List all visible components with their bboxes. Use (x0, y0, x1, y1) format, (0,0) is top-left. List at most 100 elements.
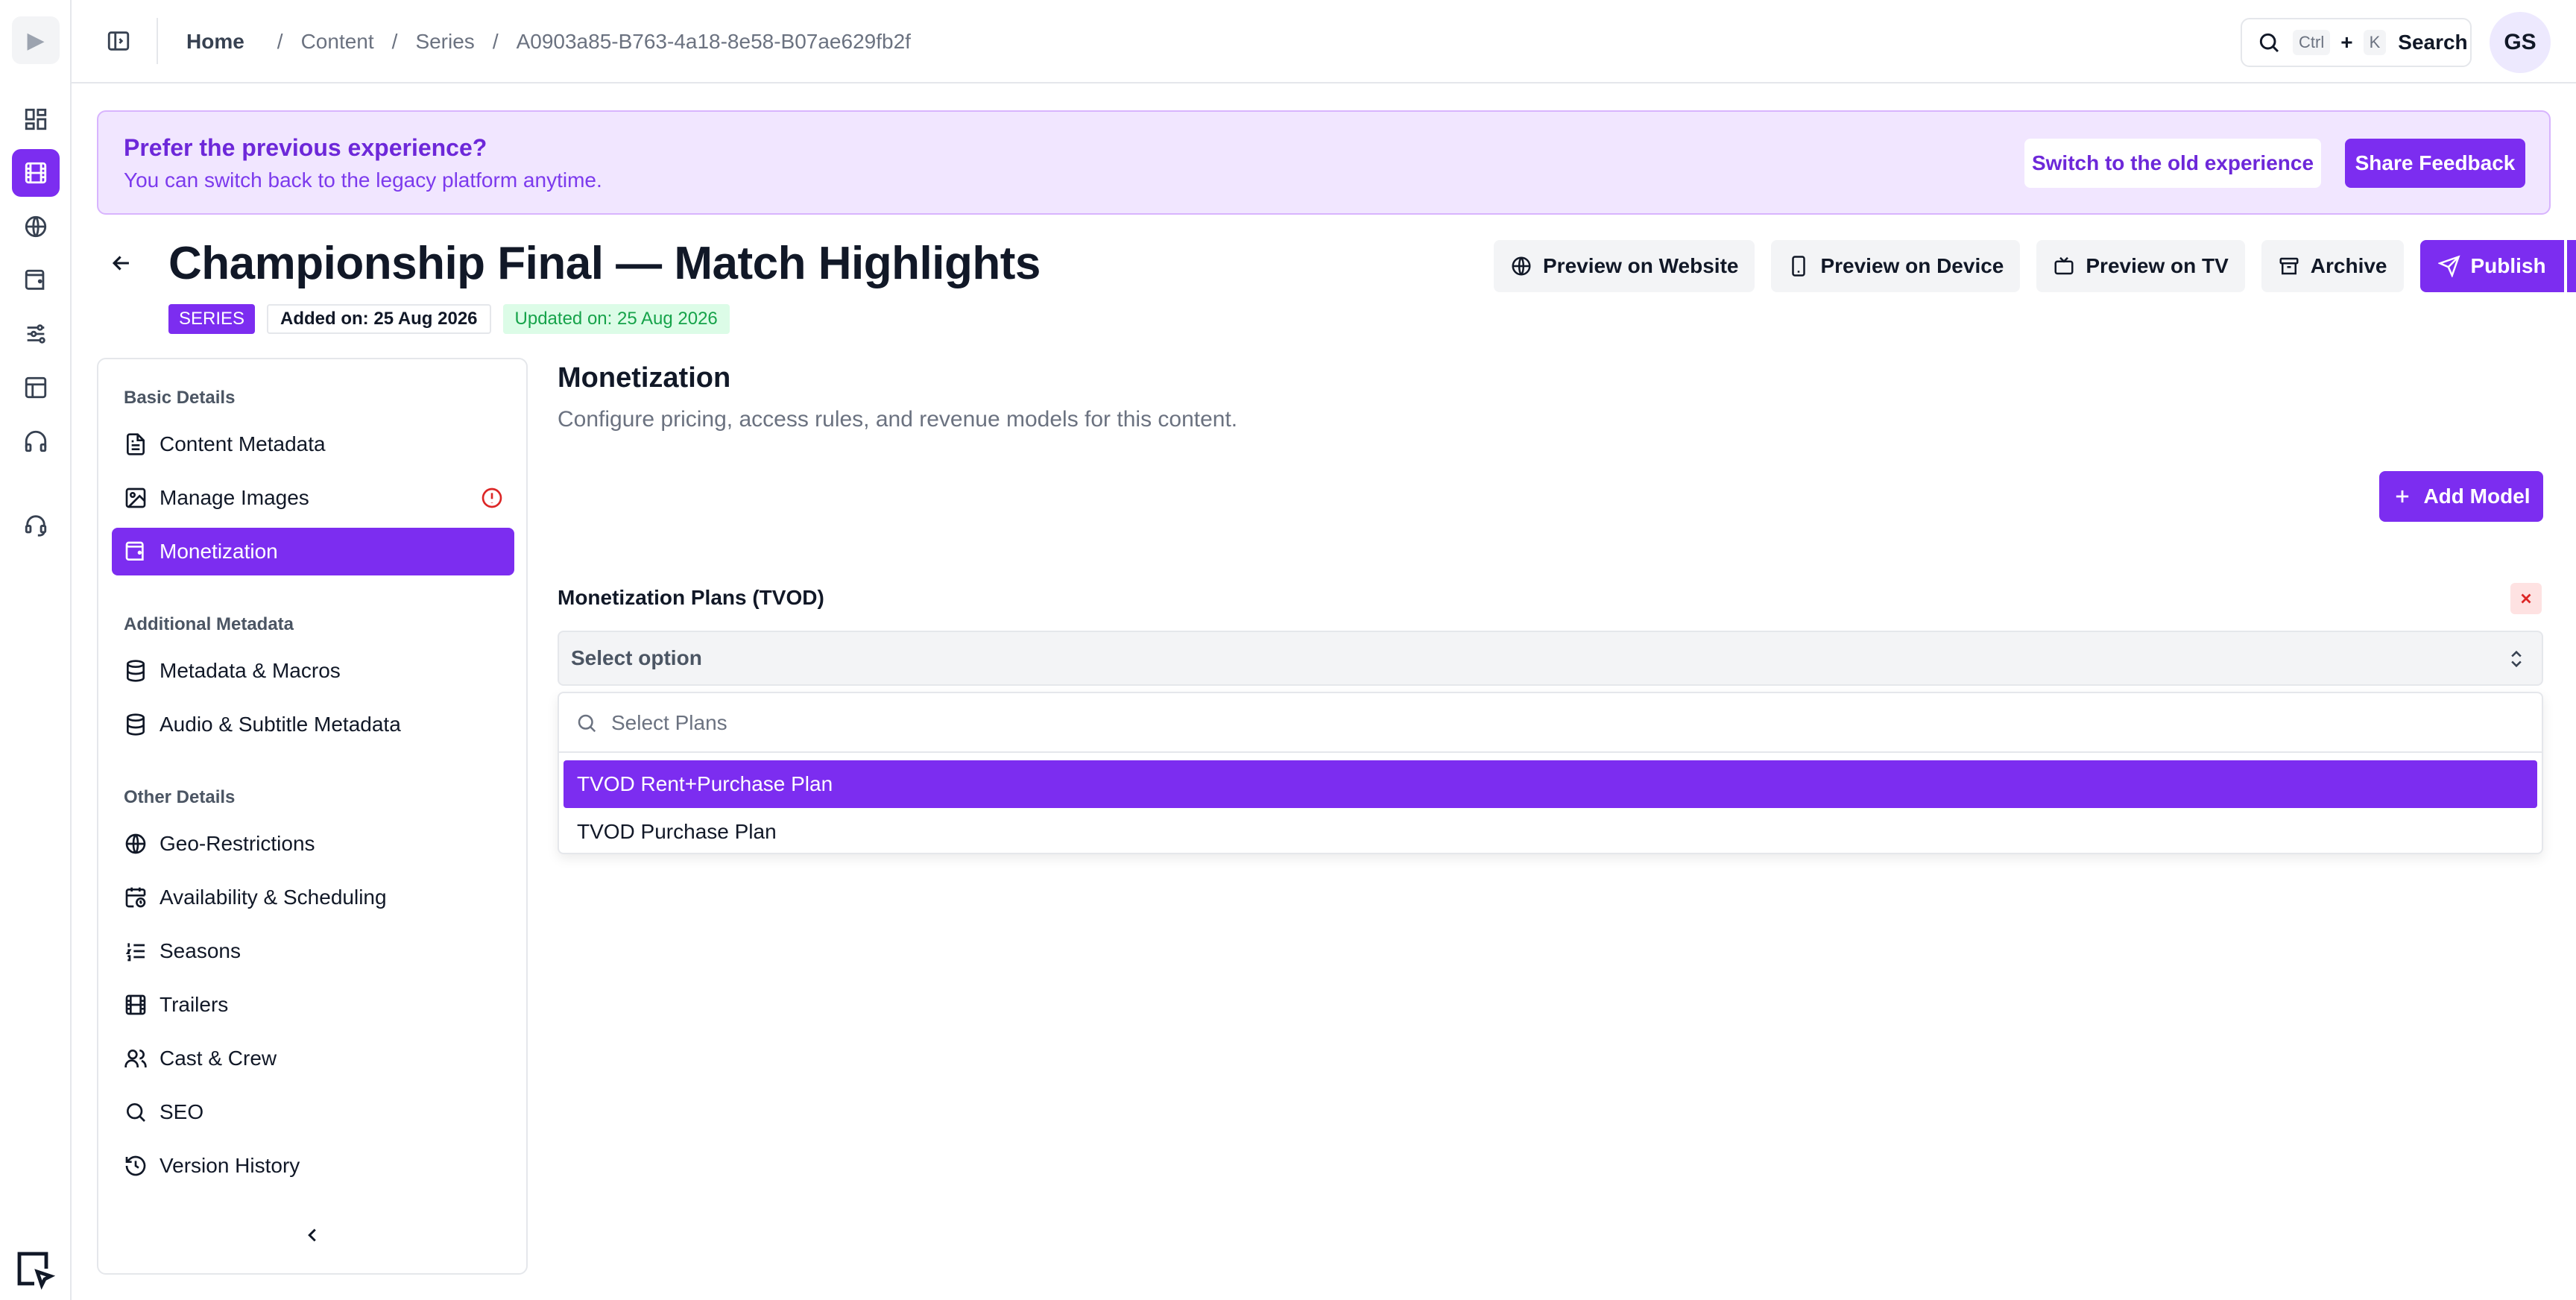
schedule-publish-button[interactable] (2566, 240, 2576, 292)
nav-section-other: Other Details (124, 787, 236, 807)
nav-item-label: Seasons (160, 939, 241, 962)
global-search-button[interactable]: Ctrl + K Search (2241, 18, 2472, 67)
globe-icon (23, 214, 48, 239)
publish-button[interactable]: Publish (2419, 240, 2564, 292)
preview-device-button[interactable]: Preview on Device (1771, 240, 2021, 292)
legacy-banner: Prefer the previous experience? You can … (97, 110, 2551, 215)
nav-item-version-history[interactable]: Version History (112, 1142, 514, 1190)
list-ordered-icon (124, 939, 148, 963)
nav-item-content-metadata[interactable]: Content Metadata (112, 420, 514, 468)
top-bar: Home / Content / Series / A0903a85-B763-… (72, 0, 2576, 83)
rail-settings-button[interactable] (12, 310, 60, 358)
shortcut-key-ctrl: Ctrl (2293, 30, 2331, 55)
share-feedback-button[interactable]: Share Feedback (2345, 139, 2525, 188)
history-icon (124, 1154, 148, 1178)
alert-circle-icon (480, 486, 504, 510)
plans-field-label: Monetization Plans (TVOD) (558, 586, 824, 609)
nav-item-cast-crew[interactable]: Cast & Crew (112, 1035, 514, 1082)
topbar-divider (157, 18, 158, 64)
database-icon (124, 713, 148, 736)
preview-device-label: Preview on Device (1820, 254, 2004, 277)
nav-item-trailers[interactable]: Trailers (112, 981, 514, 1029)
nav-item-label: Trailers (160, 993, 229, 1016)
back-arrow-icon[interactable] (109, 250, 134, 276)
image-icon (124, 486, 148, 510)
breadcrumb-home[interactable]: Home (186, 30, 244, 54)
rail-dashboard-button[interactable] (12, 95, 60, 143)
select-value: Select option (571, 646, 702, 669)
search-label: Search (2398, 31, 2468, 54)
nav-item-availability[interactable]: Availability & Scheduling (112, 874, 514, 921)
file-text-icon (124, 432, 148, 456)
nav-item-audio-subtitle[interactable]: Audio & Subtitle Metadata (112, 701, 514, 748)
section-title: Monetization (558, 362, 731, 394)
nav-item-seo[interactable]: SEO (112, 1088, 514, 1136)
nav-item-seasons[interactable]: Seasons (112, 927, 514, 975)
layout-icon (23, 375, 48, 400)
search-icon (575, 712, 598, 734)
rail-content-button[interactable] (12, 149, 60, 197)
preview-website-button[interactable]: Preview on Website (1494, 240, 1755, 292)
sidebar-toggle-icon[interactable] (106, 28, 131, 54)
dropdown-search (575, 708, 1282, 738)
nav-item-geo-restrictions[interactable]: Geo-Restrictions (112, 820, 514, 868)
rail-support-button[interactable] (12, 417, 60, 465)
banner-title: Prefer the previous experience? (124, 134, 487, 161)
film-icon (124, 993, 148, 1017)
rail-globe-button[interactable] (12, 203, 60, 250)
app-logo[interactable]: ▶ (12, 16, 60, 64)
wallet-icon (23, 268, 48, 293)
nav-item-label: Audio & Subtitle Metadata (160, 713, 401, 736)
add-model-button[interactable]: Add Model (2379, 471, 2543, 522)
dropdown-search-input[interactable] (611, 711, 1282, 735)
app-rail: ▶ (0, 0, 72, 1300)
search-icon (124, 1100, 148, 1124)
nav-section-basic: Basic Details (124, 388, 236, 408)
nav-item-label: SEO (160, 1100, 204, 1123)
page-title: Championship Final — Match Highlights (168, 238, 1041, 289)
nav-item-label: Monetization (160, 540, 278, 563)
film-icon (23, 160, 48, 186)
rail-layout-button[interactable] (12, 364, 60, 411)
dropdown-option[interactable]: TVOD Purchase Plan (564, 808, 2537, 856)
dropdown-option[interactable]: TVOD Rent+Purchase Plan (564, 760, 2537, 808)
close-icon (2518, 590, 2534, 607)
archive-button[interactable]: Archive (2261, 240, 2404, 292)
rail-wallet-button[interactable] (12, 256, 60, 304)
rail-help-button[interactable] (12, 501, 60, 549)
page-actions: Preview on Website Preview on Device Pre… (1494, 240, 2576, 292)
nav-item-label: Geo-Restrictions (160, 832, 315, 855)
breadcrumb-current-id: A0903a85-B763-4a18-8e58-B07ae629fb2f (516, 30, 911, 53)
archive-label: Archive (2310, 254, 2387, 277)
plus-icon (2392, 486, 2413, 507)
banner-subtitle: You can switch back to the legacy platfo… (124, 168, 602, 192)
breadcrumb-separator: / (391, 30, 398, 53)
nav-item-metadata-macros[interactable]: Metadata & Macros (112, 647, 514, 695)
preview-tv-button[interactable]: Preview on TV (2036, 240, 2245, 292)
wallet-icon (124, 540, 148, 564)
nav-item-label: Metadata & Macros (160, 659, 341, 682)
nav-item-manage-images[interactable]: Manage Images (112, 474, 514, 522)
nav-item-monetization[interactable]: Monetization (112, 528, 514, 575)
plans-select[interactable]: Select option (558, 631, 2543, 686)
shortcut-key-k: K (2363, 30, 2387, 55)
shortcut-plus: + (2340, 31, 2353, 54)
breadcrumb-series[interactable]: Series (415, 30, 474, 54)
dropdown-divider (559, 751, 2542, 753)
chevron-left-icon[interactable] (301, 1224, 323, 1246)
send-icon (2437, 255, 2460, 277)
sliders-icon (23, 321, 48, 347)
preview-tv-label: Preview on TV (2086, 254, 2229, 277)
breadcrumb-content[interactable]: Content (301, 30, 374, 54)
smartphone-icon (1787, 255, 1810, 277)
database-icon (124, 659, 148, 683)
switch-old-experience-button[interactable]: Switch to the old experience (2024, 139, 2321, 188)
publish-label: Publish (2470, 254, 2546, 277)
nav-item-label: Manage Images (160, 486, 309, 509)
select-cursor-icon[interactable] (13, 1248, 55, 1290)
chevrons-up-down-icon (2506, 649, 2527, 669)
breadcrumb-separator: / (277, 30, 283, 53)
nav-section-additional: Additional Metadata (124, 614, 294, 634)
user-avatar[interactable]: GS (2490, 12, 2551, 73)
remove-model-button[interactable] (2510, 583, 2542, 614)
